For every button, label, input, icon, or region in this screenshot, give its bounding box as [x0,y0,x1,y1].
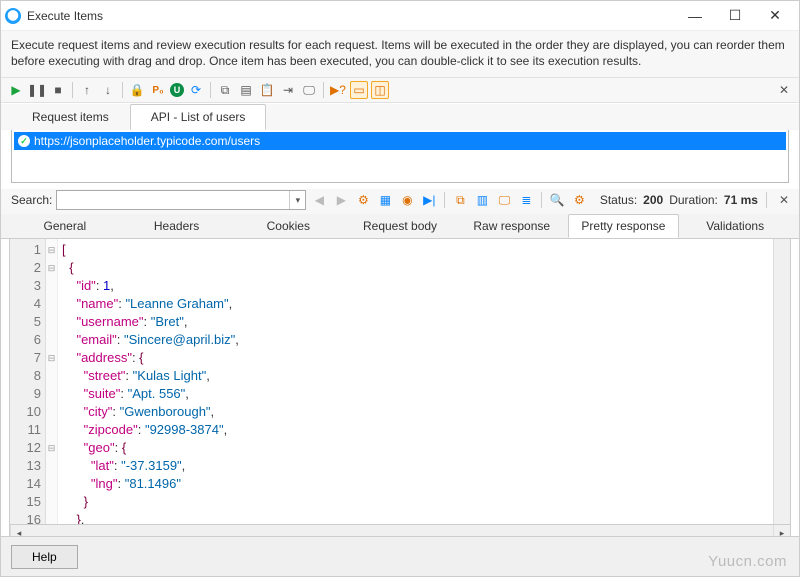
copy2-icon[interactable]: ⧉ [451,191,469,209]
clipboard-icon[interactable]: 📋 [258,81,276,99]
description-text: Execute request items and review executi… [1,31,799,78]
response-tabs: General Headers Cookies Request body Raw… [1,214,799,239]
po-icon[interactable]: P₀ [149,81,167,99]
check-icon: ✓ [18,135,30,147]
toolbar-close-icon[interactable]: ✕ [775,81,793,99]
zoom-icon[interactable]: 🔍 [548,191,566,209]
status-bar: Status: 200 Duration: 71 ms ✕ [600,192,789,208]
search-combo[interactable]: ▾ [56,190,306,210]
down-icon[interactable]: ↓ [99,81,117,99]
tab-headers[interactable]: Headers [121,214,233,238]
lock-icon[interactable]: 🔒 [128,81,146,99]
fold-column[interactable]: ⊟⊟ ⊟ ⊟ [46,239,58,524]
url-text: https://jsonplaceholder.typicode.com/use… [34,134,260,148]
layout2-icon[interactable]: ◫ [371,81,389,99]
tab-cookies[interactable]: Cookies [232,214,344,238]
watermark: Yuucn.com [708,553,787,570]
search-row: Search: ▾ ◀ ▶ ⚙ ▦ ◉ ▶| ⧉ ▥ 🖵 ≣ 🔍 ⚙ Statu… [1,189,799,214]
help-icon[interactable]: ▶? [329,81,347,99]
screen-icon[interactable]: 🖵 [300,81,318,99]
step-icon[interactable]: ▶| [420,191,438,209]
status-label: Status: [600,193,637,207]
play2-icon[interactable]: ◉ [398,191,416,209]
stop-icon[interactable]: ■ [49,81,67,99]
window-title: Execute Items [27,9,675,23]
duration-label: Duration: [669,193,718,207]
duration-value: 71 ms [724,193,758,207]
list-icon[interactable]: ▤ [237,81,255,99]
url-item-row[interactable]: ✓ https://jsonplaceholder.typicode.com/u… [14,132,786,150]
close-button[interactable]: ✕ [755,2,795,30]
footer: Help [1,536,799,576]
layout1-icon[interactable]: ▭ [350,81,368,99]
request-tabs: Request items API - List of users [1,104,799,130]
tab-request-body[interactable]: Request body [344,214,456,238]
lines-icon[interactable]: ≣ [517,191,535,209]
maximize-button[interactable]: ☐ [715,2,755,30]
status-close-icon[interactable]: ✕ [779,193,789,207]
refresh-icon[interactable]: ⟳ [187,81,205,99]
chevron-down-icon[interactable]: ▾ [289,191,305,209]
minimize-button[interactable]: ― [675,2,715,30]
tab-request-items[interactable]: Request items [11,104,130,130]
up-icon[interactable]: ↑ [78,81,96,99]
gear-icon[interactable]: ⚙ [354,191,372,209]
line-gutter: 1234567891011121314151617 [10,239,46,524]
search-input[interactable] [57,191,289,209]
copy-icon[interactable]: ⧉ [216,81,234,99]
pause-icon[interactable]: ❚❚ [28,81,46,99]
cols-icon[interactable]: ▥ [473,191,491,209]
window: ⬤ Execute Items ― ☐ ✕ Execute request it… [0,0,800,577]
tab-validations[interactable]: Validations [679,214,791,238]
code-content[interactable]: [ { "id": 1, "name": "Leanne Graham", "u… [58,239,773,524]
tab-general[interactable]: General [9,214,121,238]
next-icon[interactable]: ▶ [332,191,350,209]
u-icon[interactable]: U [170,83,184,97]
monitor-icon[interactable]: 🖵 [495,191,513,209]
search-label: Search: [11,193,52,207]
titlebar: ⬤ Execute Items ― ☐ ✕ [1,1,799,31]
v-scrollbar[interactable] [773,239,790,524]
status-code: 200 [643,193,663,207]
help-button[interactable]: Help [11,545,78,569]
prev-icon[interactable]: ◀ [310,191,328,209]
url-list[interactable]: ✓ https://jsonplaceholder.typicode.com/u… [11,129,789,183]
code-viewer: 1234567891011121314151617 ⊟⊟ ⊟ ⊟ [ { "id… [9,239,791,525]
export-icon[interactable]: ⇥ [279,81,297,99]
tab-api-list[interactable]: API - List of users [130,104,267,130]
main-toolbar: ▶ ❚❚ ■ ↑ ↓ 🔒 P₀ U ⟳ ⧉ ▤ 📋 ⇥ 🖵 ▶? ▭ ◫ ✕ [1,78,799,103]
tab-raw-response[interactable]: Raw response [456,214,568,238]
play-icon[interactable]: ▶ [7,81,25,99]
tool1-icon[interactable]: ▦ [376,191,394,209]
app-icon: ⬤ [5,8,21,24]
tab-pretty-response[interactable]: Pretty response [568,214,680,238]
gear2-icon[interactable]: ⚙ [570,191,588,209]
